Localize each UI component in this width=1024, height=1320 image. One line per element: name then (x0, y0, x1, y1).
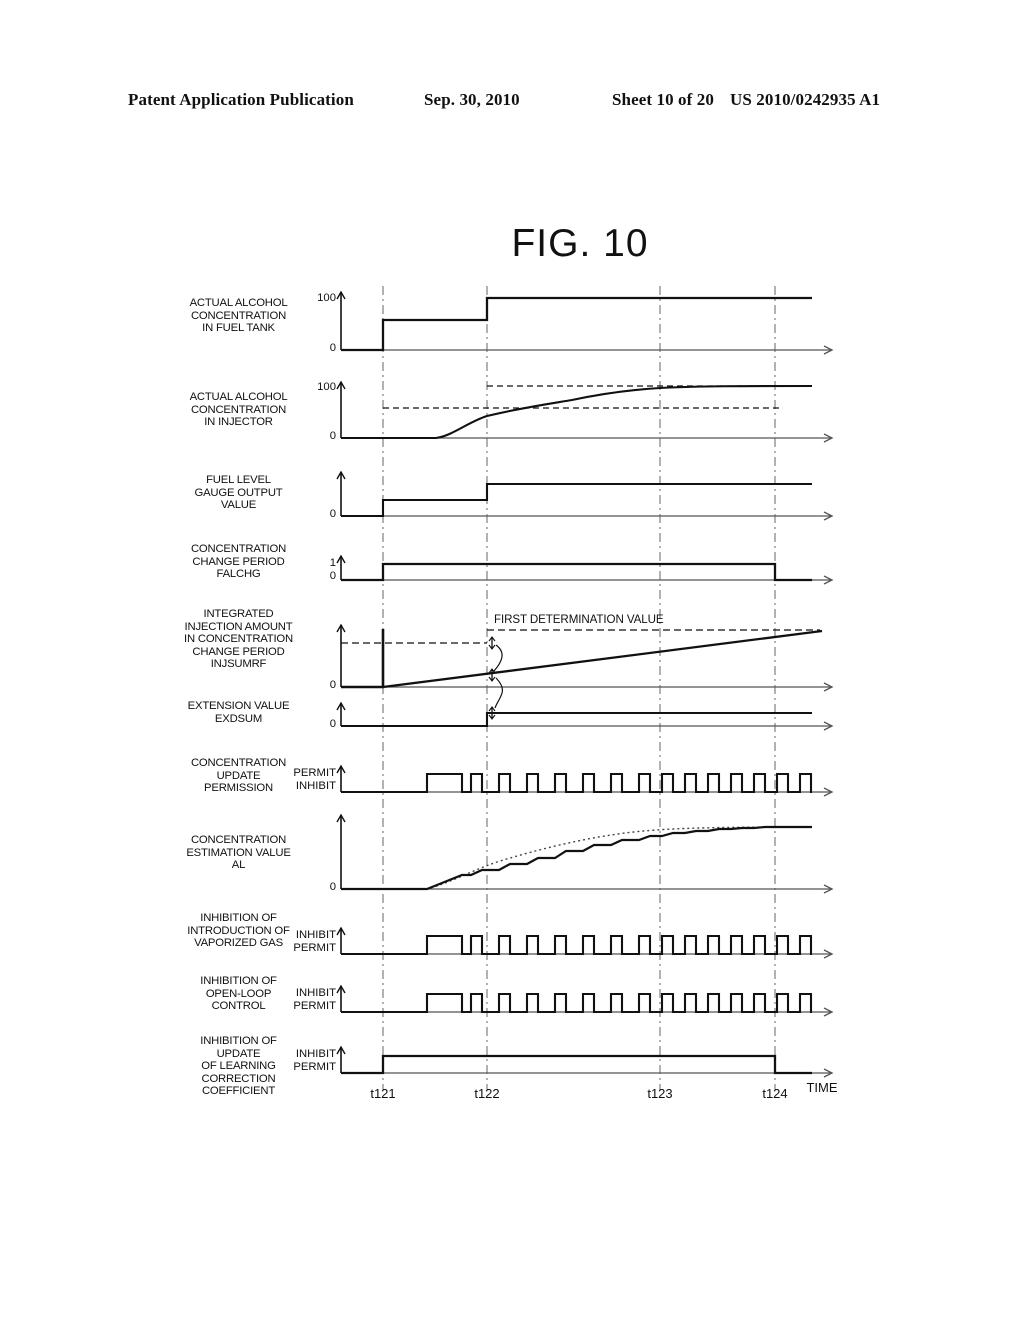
y-tick-label: 0 (329, 718, 336, 730)
trace-inhibition-of-update-of-learning-correction-coefficient (341, 1054, 812, 1075)
row-label-actual-alcohol-concentration-in-injector: ACTUAL ALCOHOL CONCENTRATION IN INJECTOR (189, 391, 288, 429)
trace-concentration-change-period-falchg (341, 562, 812, 582)
y-tick-label: 0 (329, 881, 336, 893)
y-tick-label: 100 (317, 381, 336, 393)
y-tick-label: 0 (329, 679, 336, 691)
connector-curve-upper (493, 644, 503, 672)
connector-curve-lower (494, 677, 504, 709)
trace-injsumrf-reset-spike (341, 629, 385, 689)
y-tick-label: 1 (329, 557, 336, 569)
row-label-fuel-level-gauge-output-value: FUEL LEVEL GAUGE OUTPUT VALUE (194, 474, 283, 512)
y-tick-label: PERMIT (293, 1000, 336, 1012)
y-tick-label: INHIBIT (295, 929, 336, 941)
y-tick-label: INHIBIT (295, 780, 336, 792)
trace-fuel-level-gauge-output-value (341, 482, 812, 518)
time-marker-label-t122: t122 (474, 1086, 500, 1101)
y-tick-label: 0 (329, 430, 336, 442)
time-axis-label: TIME (806, 1080, 838, 1095)
reference-curve-concentration-estimation (341, 826, 813, 890)
row-label-inhibition-of-introduction-of-vaporized-gas: INHIBITION OF INTRODUCTION OF VAPORIZED … (187, 912, 290, 950)
row-label-inhibition-of-update-of-learning-correction-coefficient: INHIBITION OF UPDATE OF LEARNING CORRECT… (200, 1035, 277, 1098)
row-label-concentration-change-period-falchg: CONCENTRATION CHANGE PERIOD FALCHG (190, 543, 287, 581)
time-marker-label-t121: t121 (370, 1086, 396, 1101)
trace-concentration-update-permission (341, 772, 813, 794)
trace-actual-alcohol-concentration-in-injector (341, 384, 813, 440)
row-label-concentration-update-permission: CONCENTRATION UPDATE PERMISSION (190, 757, 287, 795)
y-tick-label: INHIBIT (295, 987, 336, 999)
timing-chart: FIRST DETERMINATION VALUE ACTUAL ALCOHOL … (0, 0, 1024, 1320)
trace-actual-alcohol-concentration-in-fuel-tank (341, 296, 812, 352)
trace-inhibition-of-introduction-of-vaporized-gas (341, 934, 813, 956)
y-tick-label: PERMIT (293, 942, 336, 954)
row-label-concentration-estimation-value-al: CONCENTRATION ESTIMATION VALUE AL (186, 834, 291, 872)
trace-integrated-injection-amount-injsumrf (382, 629, 823, 689)
row-label-extension-value-exdsum: EXTENSION VALUE EXDSUM (187, 700, 290, 725)
trace-concentration-estimation-value-al (341, 825, 812, 891)
y-tick-label: 0 (329, 570, 336, 582)
row-label-integrated-injection-amount-injsumrf: INTEGRATED INJECTION AMOUNT IN CONCENTRA… (184, 608, 293, 671)
trace-inhibition-of-open-loop-control (341, 992, 813, 1014)
annotation-first-determination-value: FIRST DETERMINATION VALUE (494, 613, 664, 626)
y-tick-label: 100 (317, 292, 336, 304)
time-marker-label-t123: t123 (647, 1086, 673, 1101)
patent-page: Patent Application Publication Sep. 30, … (0, 0, 1024, 1320)
y-tick-label: PERMIT (293, 1061, 336, 1073)
y-tick-label: 0 (329, 508, 336, 520)
row-label-actual-alcohol-concentration-in-fuel-tank: ACTUAL ALCOHOL CONCENTRATION IN FUEL TAN… (189, 297, 288, 335)
y-tick-label: 0 (329, 342, 336, 354)
trace-extension-value-exdsum (341, 711, 812, 728)
y-tick-label: PERMIT (293, 767, 336, 779)
y-tick-label: INHIBIT (295, 1048, 336, 1060)
row-label-inhibition-of-open-loop-control: INHIBITION OF OPEN-LOOP CONTROL (200, 975, 277, 1013)
